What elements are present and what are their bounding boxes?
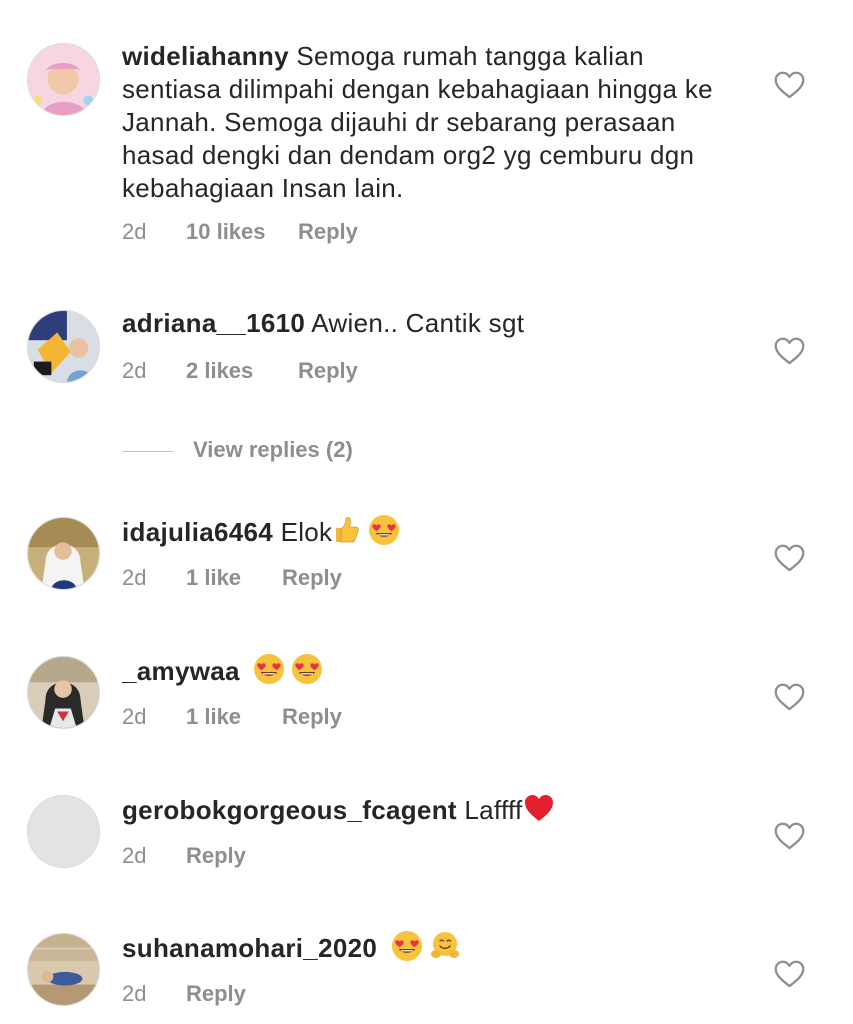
comment-time: 2d xyxy=(122,704,147,729)
comment-likes[interactable]: 1 like xyxy=(186,565,282,591)
heart-outline-icon[interactable] xyxy=(774,337,805,365)
comment-text: _amywaa xyxy=(122,653,732,688)
heart-eyes-emoji xyxy=(253,653,285,685)
avatar[interactable] xyxy=(27,310,100,383)
comment-text: wideliahanny Semoga rumah tangga kalian … xyxy=(122,40,732,205)
red-heart-emoji xyxy=(523,792,555,824)
hugging-face-emoji xyxy=(429,930,461,962)
avatar-image xyxy=(28,518,99,589)
comment-username[interactable]: _amywaa xyxy=(122,656,240,686)
comment-meta: 2d Reply xyxy=(122,981,246,1007)
heart-outline-icon[interactable] xyxy=(774,960,805,988)
heart-outline-icon[interactable] xyxy=(774,822,805,850)
comment-time: 2d xyxy=(122,358,147,383)
avatar-image xyxy=(28,657,99,728)
avatar[interactable] xyxy=(27,43,100,116)
view-replies-button[interactable]: View replies (2) xyxy=(122,437,353,463)
heart-outline-icon[interactable] xyxy=(774,544,805,572)
reply-button[interactable]: Reply xyxy=(186,843,246,869)
comment-body: Elok xyxy=(280,517,333,547)
avatar[interactable] xyxy=(27,517,100,590)
heart-outline-icon[interactable] xyxy=(774,71,805,99)
comment-username[interactable]: gerobokgorgeous_fcagent xyxy=(122,795,457,825)
avatar[interactable] xyxy=(27,656,100,729)
heart-eyes-emoji xyxy=(291,653,323,685)
reply-button[interactable]: Reply xyxy=(186,981,246,1007)
thumbs-up-emoji xyxy=(330,514,362,546)
heart-eyes-emoji xyxy=(368,514,400,546)
heart-outline-icon[interactable] xyxy=(774,683,805,711)
comment-meta: 2d 1 like Reply xyxy=(122,565,342,591)
comment-username[interactable]: idajulia6464 xyxy=(122,517,273,547)
comment-likes[interactable]: 10 likes xyxy=(186,219,298,245)
comment-likes[interactable]: 1 like xyxy=(186,704,282,730)
reply-button[interactable]: Reply xyxy=(282,704,342,730)
comment-username[interactable]: adriana__1610 xyxy=(122,308,305,338)
avatar-image xyxy=(28,311,99,382)
reply-button[interactable]: Reply xyxy=(298,219,358,245)
comment-time: 2d xyxy=(122,981,147,1006)
comment-text: idajulia6464 Elok xyxy=(122,514,732,549)
reply-button[interactable]: Reply xyxy=(282,565,342,591)
comment-text: gerobokgorgeous_fcagent Laffff xyxy=(122,792,732,827)
comment-text: suhanamohari_2020 xyxy=(122,930,732,965)
avatar[interactable] xyxy=(27,933,100,1006)
divider-line xyxy=(122,450,173,452)
comment-body: Laffff xyxy=(464,795,523,825)
comment-text: adriana__1610 Awien.. Cantik sgt xyxy=(122,307,732,340)
comment-meta: 2d 1 like Reply xyxy=(122,704,342,730)
avatar[interactable] xyxy=(27,795,100,868)
avatar-image xyxy=(28,934,99,1005)
comment-time: 2d xyxy=(122,565,147,590)
comment-username[interactable]: suhanamohari_2020 xyxy=(122,933,377,963)
comment-meta: 2d 2 likes Reply xyxy=(122,358,358,384)
heart-eyes-emoji xyxy=(391,930,423,962)
view-replies-label[interactable]: View replies (2) xyxy=(193,437,353,462)
reply-button[interactable]: Reply xyxy=(298,358,358,384)
comment-likes[interactable]: 2 likes xyxy=(186,358,298,384)
avatar-image xyxy=(28,44,99,115)
comment-username[interactable]: wideliahanny xyxy=(122,41,289,71)
comment-body: Awien.. Cantik sgt xyxy=(311,308,525,338)
comment-time: 2d xyxy=(122,843,147,868)
comment-meta: 2d Reply xyxy=(122,843,246,869)
comment-time: 2d xyxy=(122,219,147,244)
comment-meta: 2d 10 likes Reply xyxy=(122,219,358,245)
